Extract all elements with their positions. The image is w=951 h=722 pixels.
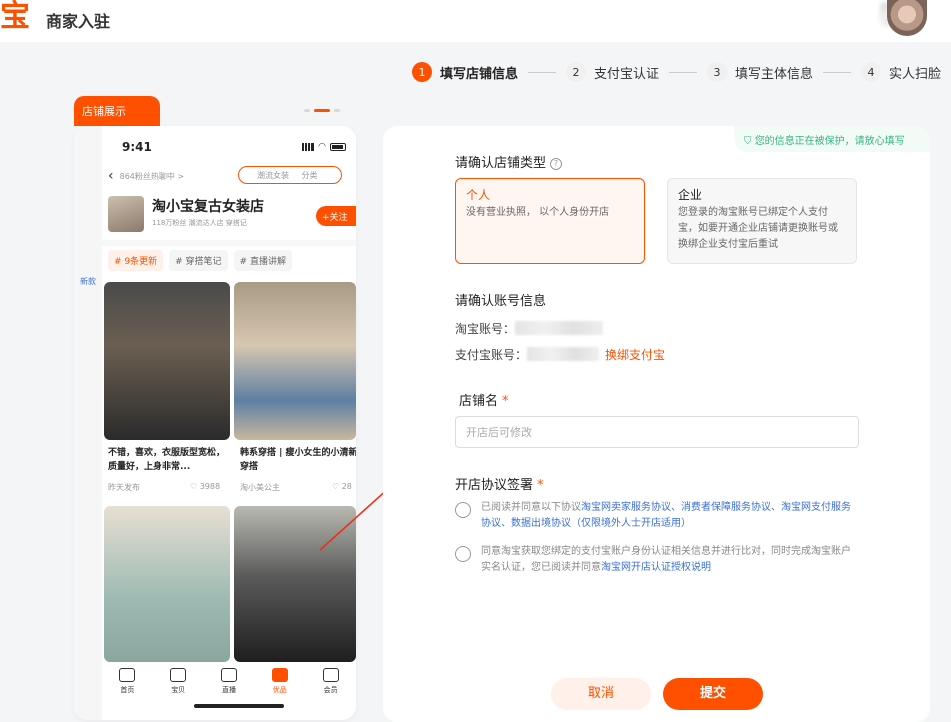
agreement-text: 同意淘宝获取您绑定的支付宝账户身份认证相关信息并进行比对，同时完成淘宝账户实名认… <box>481 546 851 573</box>
alipay-account-label: 支付宝账号： <box>455 348 528 362</box>
rebind-alipay-link[interactable]: 换绑支付宝 <box>605 348 665 362</box>
type-title: 个人 <box>466 188 491 202</box>
submit-button[interactable]: 提交 <box>663 678 763 710</box>
tag-updates: # 9条更新 <box>108 250 164 271</box>
taobao-logo: 宝 <box>0 0 30 34</box>
step-label: 实人扫脸 <box>889 66 942 82</box>
preview-side-strip: 新款 <box>74 126 102 720</box>
shop-name-input[interactable] <box>455 416 859 448</box>
account-title: 请确认账号信息 <box>455 294 547 309</box>
follow-button: +关注 <box>316 206 356 226</box>
post-author: 淘小美公主 <box>240 483 280 492</box>
agreement-1: 已阅读并同意以下协议淘宝网卖家服务协议、消费者保障服务协议、淘宝网支付服务协议、… <box>455 500 859 532</box>
masked-value <box>527 347 600 361</box>
side-label: 新款 <box>80 277 96 286</box>
masked-value <box>515 321 604 335</box>
step-divider <box>528 71 557 73</box>
carousel-dot[interactable] <box>304 109 310 112</box>
status-icons: ◠ <box>302 142 346 152</box>
store-info-form: ⛉ 您的信息正在被保护，请放心填写 请确认店铺类型? 个人 没有营业执照， 以个… <box>383 126 930 722</box>
progress-steps: 1 填写店铺信息 2 支付宝认证 3 填写主体信息 4 实人扫脸 <box>412 60 941 84</box>
nav-live: 直播 <box>220 668 237 720</box>
nav-home: 首页 <box>119 668 136 720</box>
step-3: 3 填写主体信息 <box>707 62 813 82</box>
type-title: 企业 <box>678 188 703 202</box>
step-label: 支付宝认证 <box>594 66 660 82</box>
search-placeholder: 潮流女装 <box>257 171 289 180</box>
nav-meta: 864粉丝热聊中 > <box>119 171 185 181</box>
step-divider <box>669 71 698 73</box>
status-time: 9:41 <box>122 140 152 154</box>
post-likes: ♡ 3988 <box>190 482 221 491</box>
step-number: 4 <box>861 62 882 82</box>
step-4: 4 实人扫脸 <box>861 62 941 82</box>
shop-info: 淘小宝复古女装店 118万粉丝 潮流达人店 穿搭记 +关注 <box>108 196 356 234</box>
shop-type-company[interactable]: 企业 您登录的淘宝账号已绑定个人支付宝，如要开通企业店铺请更换账号或换绑企业支付… <box>667 178 857 264</box>
step-2: 2 支付宝认证 <box>566 62 659 82</box>
preview-tab: 店铺展示 <box>74 96 160 126</box>
bag-icon <box>170 668 187 682</box>
cancel-button[interactable]: 取消 <box>551 678 651 710</box>
shop-name-label: 店铺名 * <box>459 394 509 409</box>
carousel-dots <box>304 109 340 112</box>
step-divider <box>823 71 852 73</box>
battery-icon <box>330 143 346 151</box>
back-icon: ‹ <box>108 168 114 184</box>
signal-icon <box>302 143 315 151</box>
agree-checkbox-2[interactable] <box>455 546 471 562</box>
step-1: 1 填写店铺信息 <box>412 62 518 82</box>
home-indicator <box>194 704 284 708</box>
divider <box>102 240 356 246</box>
agreement-title: 开店协议签署 * <box>455 478 544 493</box>
picks-icon <box>271 668 288 682</box>
post-image <box>234 282 356 440</box>
shop-type-title: 请确认店铺类型? <box>455 152 563 171</box>
post-meta: 昨天发布 <box>108 483 140 492</box>
shop-meta: 118万粉丝 潮流达人店 穿搭记 <box>152 219 247 227</box>
step-number: 2 <box>566 62 587 82</box>
shop-search: 潮流女装 分类 <box>238 166 342 184</box>
content-tags: # 9条更新 # 穿搭笔记 # 直播讲解 <box>102 250 356 271</box>
auth-explanation-link[interactable]: 淘宝网开店认证授权说明 <box>601 562 711 573</box>
shop-name: 淘小宝复古女装店 <box>152 199 264 215</box>
nav-picks: 优品 <box>271 668 288 720</box>
search-category: 分类 <box>301 171 318 180</box>
nav-member: 会员 <box>322 668 339 720</box>
wifi-icon: ◠ <box>318 142 326 152</box>
step-label: 填写主体信息 <box>735 66 814 82</box>
taobao-account-label: 淘宝账号： <box>455 322 516 336</box>
protection-banner: ⛉ 您的信息正在被保护，请放心填写 <box>734 126 930 152</box>
post-image <box>104 282 230 440</box>
bottom-nav: 首页 宝贝 直播 优品 会员 <box>102 662 356 720</box>
live-icon <box>220 668 237 682</box>
top-header: 宝 商家入驻 <box>0 0 951 42</box>
post-caption: 不错，喜欢，衣服版型宽松，质量好，上身非常... <box>108 448 226 472</box>
step-number: 3 <box>707 62 728 82</box>
type-desc: 没有营业执照， 以个人身份开店 <box>466 207 610 218</box>
home-icon <box>119 668 136 682</box>
shield-icon: ⛉ <box>744 136 755 147</box>
tag-live: # 直播讲解 <box>233 250 292 271</box>
shop-avatar <box>108 196 144 232</box>
tag-notes: # 穿搭笔记 <box>169 250 228 271</box>
agree-checkbox-1[interactable] <box>455 502 471 518</box>
nav-items: 宝贝 <box>170 668 187 720</box>
carousel-dot[interactable] <box>334 109 340 112</box>
taobao-account-row: 淘宝账号： <box>455 320 604 337</box>
user-avatar[interactable] <box>887 0 927 36</box>
brand-title: 商家入驻 <box>46 12 111 31</box>
shop-nav-row: ‹ 864粉丝热聊中 > 潮流女装 分类 <box>108 166 350 186</box>
step-number: 1 <box>412 62 432 82</box>
agreement-text: 已阅读并同意以下协议淘宝网卖家服务协议、消费者保障服务协议、淘宝网支付服务协议、… <box>481 502 851 529</box>
agreement-2: 同意淘宝获取您绑定的支付宝账户身份认证相关信息并进行比对，同时完成淘宝账户实名认… <box>455 544 859 576</box>
help-icon[interactable]: ? <box>550 158 563 170</box>
step-label: 填写店铺信息 <box>440 66 519 82</box>
post-image <box>104 506 230 662</box>
shop-type-personal[interactable]: 个人 没有营业执照， 以个人身份开店 <box>455 178 645 264</box>
shop-preview-phone: 新款 9:41 ◠ ‹ 864粉丝热聊中 > 潮流女装 分类 淘小宝复古女装店 … <box>74 126 356 720</box>
type-desc: 您登录的淘宝账号已绑定个人支付宝，如要开通企业店铺请更换账号或换绑企业支付宝后重… <box>678 207 838 250</box>
carousel-dot-active[interactable] <box>314 109 330 112</box>
member-icon <box>322 668 339 682</box>
alipay-account-row: 支付宝账号： 换绑支付宝 <box>455 346 665 363</box>
